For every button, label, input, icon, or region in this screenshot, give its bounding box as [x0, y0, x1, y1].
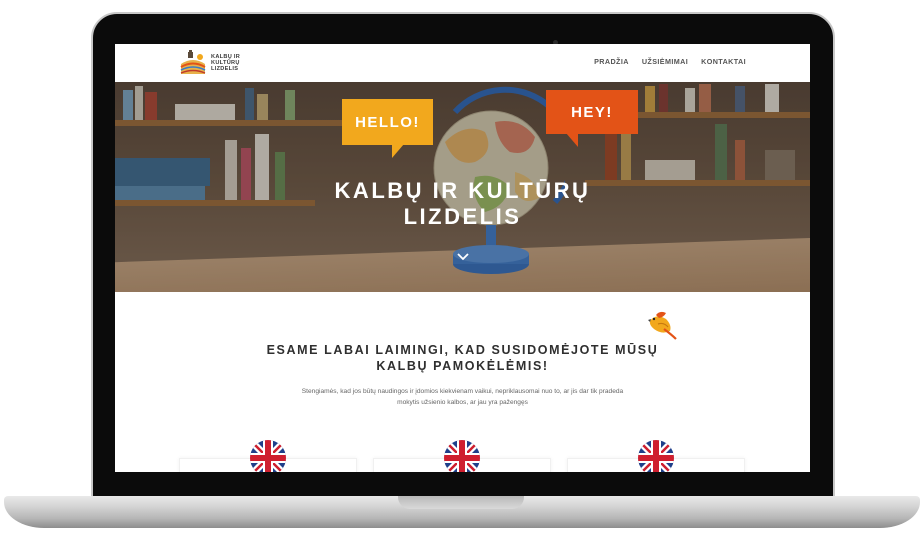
hey-bubble-text: HEY!	[571, 103, 613, 121]
intro-section: ESAME LABAI LAIMINGI, KAD SUSIDOMĖJOTE M…	[115, 292, 810, 472]
logo-text: KALBŲ IR KULTŪRŲ LIZDELIS	[211, 54, 240, 72]
intro-headline: ESAME LABAI LAIMINGI, KAD SUSIDOMĖJOTE M…	[235, 342, 690, 374]
nav-item-uzsiemimai[interactable]: UŽSIĖMIMAI	[642, 57, 688, 66]
laptop-screen: KALBŲ IR KULTŪRŲ LIZDELIS PRADŽIA UŽSIĖM…	[115, 44, 810, 472]
intro-text-line-2: mokytis užsienio kalbos, ar jau yra paže…	[397, 399, 528, 406]
intro-headline-line-2: KALBŲ PAMOKĖLĖMIS!	[376, 359, 549, 373]
hello-bubble-text: HELLO!	[355, 113, 420, 131]
uk-flag-icon	[638, 440, 674, 472]
hey-bubble: HEY!	[546, 90, 638, 147]
hero-title: KALBŲ IR KULTŪRŲ LIZDELIS	[115, 178, 810, 230]
nav-item-pradzia[interactable]: PRADŽIA	[594, 57, 629, 66]
intro-headline-line-1: ESAME LABAI LAIMINGI, KAD SUSIDOMĖJOTE M…	[266, 343, 659, 357]
laptop-notch	[398, 496, 524, 509]
logo-line-3: LIZDELIS	[211, 66, 239, 72]
uk-flag-icon	[250, 440, 286, 472]
uk-flag-icon	[444, 440, 480, 472]
bird-icon	[648, 311, 677, 340]
logo-icon	[179, 50, 207, 76]
hero-title-line-2: LIZDELIS	[403, 204, 522, 229]
intro-text-line-1: Stengiamės, kad jos būtų naudingos ir įd…	[301, 388, 624, 395]
site-header: KALBŲ IR KULTŪRŲ LIZDELIS PRADŽIA UŽSIĖM…	[115, 44, 810, 82]
main-nav: PRADŽIA UŽSIĖMIMAI KONTAKTAI	[594, 57, 746, 66]
hero-banner: HELLO! HEY! KALBŲ IR KULTŪRŲ LIZDELIS	[115, 82, 810, 292]
intro-text: Stengiamės, kad jos būtų naudingos ir įd…	[255, 386, 670, 408]
nav-item-kontaktai[interactable]: KONTAKTAI	[701, 57, 746, 66]
hero-title-line-1: KALBŲ IR KULTŪRŲ	[334, 178, 591, 203]
hello-bubble: HELLO!	[342, 99, 433, 158]
site-logo[interactable]: KALBŲ IR KULTŪRŲ LIZDELIS	[179, 50, 240, 76]
chevron-down-icon[interactable]	[456, 250, 470, 264]
